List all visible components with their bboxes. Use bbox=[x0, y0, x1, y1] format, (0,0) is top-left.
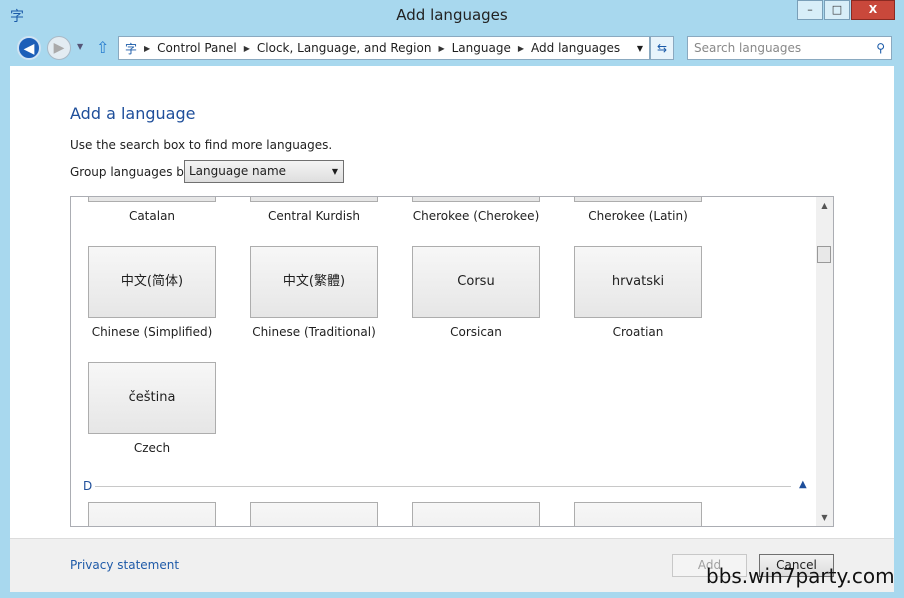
language-tile[interactable] bbox=[88, 502, 216, 526]
section-header-d: D bbox=[83, 479, 93, 493]
language-tile-chinese-traditional[interactable]: 中文(繁體) bbox=[250, 246, 378, 318]
forward-button[interactable]: ▶ bbox=[47, 36, 71, 60]
breadcrumb-language[interactable]: Language bbox=[452, 41, 511, 55]
chevron-right-icon: ▶ bbox=[144, 43, 151, 53]
language-tile-central-kurdish[interactable] bbox=[250, 197, 378, 202]
language-label: Cherokee (Cherokee) bbox=[412, 209, 540, 223]
breadcrumb-clock-language-region[interactable]: Clock, Language, and Region bbox=[257, 41, 432, 55]
language-tile-cherokee-cherokee[interactable] bbox=[412, 197, 540, 202]
recent-pages-chevron-icon[interactable]: ▼ bbox=[77, 42, 83, 51]
chevron-right-icon: ▶ bbox=[438, 43, 445, 53]
language-label: Cherokee (Latin) bbox=[588, 209, 688, 223]
back-button[interactable]: ◀ bbox=[17, 36, 41, 60]
maximize-button[interactable]: □ bbox=[824, 0, 850, 20]
language-label: Corsican bbox=[450, 325, 502, 339]
search-icon[interactable]: ⚲ bbox=[876, 37, 885, 59]
search-placeholder: Search languages bbox=[694, 41, 802, 55]
search-hint: Use the search box to find more language… bbox=[70, 138, 333, 152]
search-input[interactable]: Search languages ⚲ bbox=[687, 36, 892, 60]
language-tile-cherokee-latin[interactable] bbox=[574, 197, 702, 202]
language-tile-chinese-simplified[interactable]: 中文(简体) bbox=[88, 246, 216, 318]
vertical-scrollbar[interactable]: ▲ ▼ bbox=[816, 197, 833, 526]
breadcrumb-add-languages[interactable]: Add languages bbox=[531, 41, 620, 55]
chevron-right-icon: ▶ bbox=[517, 43, 525, 53]
minimize-button[interactable]: – bbox=[797, 0, 823, 20]
group-by-label: Group languages by: bbox=[70, 165, 195, 179]
privacy-statement-link[interactable]: Privacy statement bbox=[70, 558, 179, 572]
up-arrow-icon[interactable]: ⇧ bbox=[96, 38, 109, 57]
control-panel-icon: 字 bbox=[125, 41, 138, 56]
section-divider bbox=[95, 486, 791, 487]
scroll-down-icon[interactable]: ▼ bbox=[816, 513, 833, 522]
language-label: Czech bbox=[133, 441, 171, 455]
page-title: Add a language bbox=[70, 104, 196, 123]
language-tile-czech[interactable]: čeština bbox=[88, 362, 216, 434]
language-label: Catalan bbox=[128, 209, 176, 223]
breadcrumb-control-panel[interactable]: Control Panel bbox=[157, 41, 237, 55]
window-title: Add languages bbox=[396, 6, 508, 24]
language-tile[interactable] bbox=[574, 502, 702, 526]
refresh-button[interactable]: ⇆ bbox=[650, 36, 674, 60]
scrollbar-thumb[interactable] bbox=[817, 246, 831, 263]
language-label: Central Kurdish bbox=[268, 209, 360, 223]
address-dropdown-icon[interactable]: ▼ bbox=[637, 44, 643, 53]
chevron-down-icon: ▼ bbox=[331, 167, 338, 176]
address-bar[interactable]: 字 ▶ Control Panel ▶ Clock, Language, and… bbox=[118, 36, 650, 60]
group-by-select[interactable]: Language name ▼ bbox=[184, 160, 344, 183]
language-label: Croatian bbox=[612, 325, 664, 339]
watermark: bbs.win7party.com bbox=[706, 564, 895, 588]
language-list[interactable]: Catalan Central Kurdish Cherokee (Cherok… bbox=[70, 196, 834, 527]
language-tile[interactable] bbox=[250, 502, 378, 526]
language-tile[interactable] bbox=[412, 502, 540, 526]
scroll-up-icon[interactable]: ▲ bbox=[816, 201, 833, 210]
language-tile-croatian[interactable]: hrvatski bbox=[574, 246, 702, 318]
close-button[interactable]: X bbox=[851, 0, 895, 20]
collapse-section-icon[interactable]: ▲ bbox=[799, 479, 807, 490]
language-tile-corsican[interactable]: Corsu bbox=[412, 246, 540, 318]
language-label: Chinese (Traditional) bbox=[252, 325, 376, 339]
chevron-right-icon: ▶ bbox=[243, 43, 250, 53]
group-by-value: Language name bbox=[189, 164, 287, 178]
language-label: Chinese (Simplified) bbox=[91, 325, 213, 339]
language-tile-catalan[interactable] bbox=[88, 197, 216, 202]
